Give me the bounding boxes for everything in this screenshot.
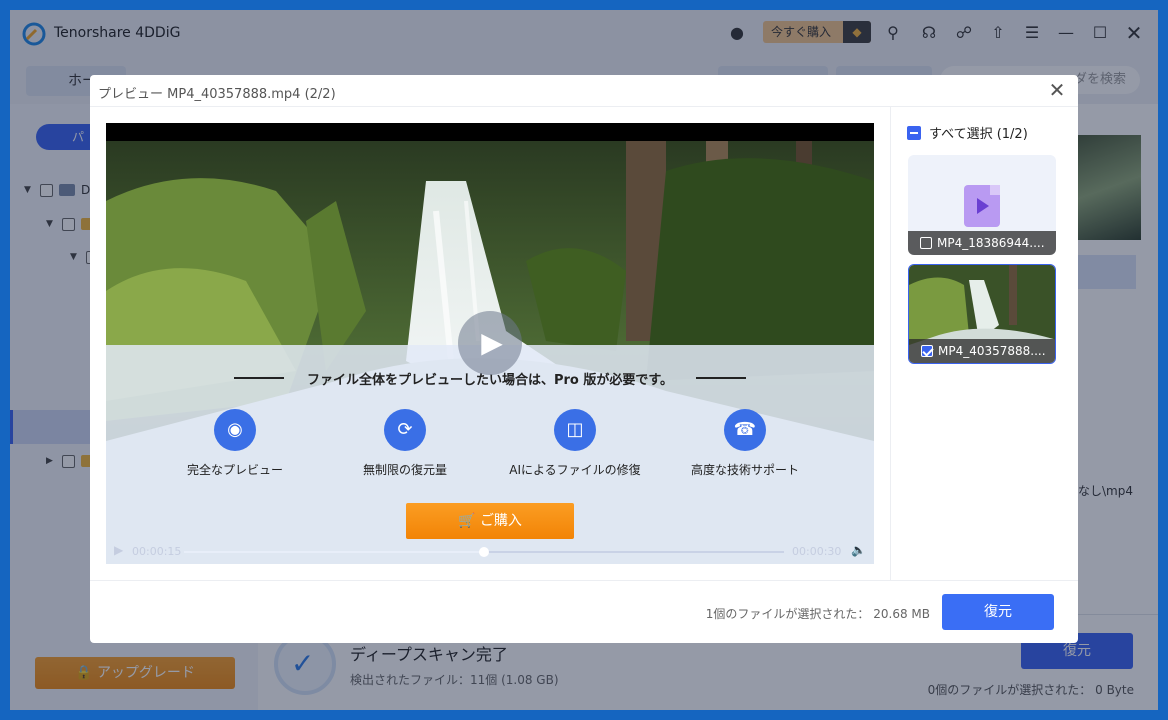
seek-bar[interactable] (184, 547, 784, 557)
total-time: 00:00:30 (792, 545, 842, 558)
app-window: Tenorshare 4DDiG ● 今すぐ購入 ◆ ⚲ ☊ ☍ ⇧ ☰ — ☐… (10, 10, 1158, 710)
current-time: 00:00:15 (132, 545, 182, 558)
file-checkbox[interactable] (920, 237, 932, 249)
seek-handle[interactable] (479, 547, 489, 557)
select-all-label: すべて選択 (1/2) (929, 127, 1028, 142)
close-icon[interactable]: ✕ (1046, 79, 1068, 101)
support-icon: ☎ (724, 409, 766, 451)
dialog-footer: 1個のファイルが選択された： 20.68 MB 復元 (90, 580, 1078, 643)
file-thumbnail-1[interactable]: MP4_18386944.... (908, 155, 1056, 255)
volume-icon[interactable]: 🔈 (851, 543, 866, 557)
purchase-button[interactable]: 🛒 ご購入 (406, 503, 574, 539)
eye-icon: ◉ (214, 409, 256, 451)
play-icon[interactable]: ▶ (458, 311, 522, 375)
feature-unlimited-recovery: ⟳ 無制限の復元量 (320, 409, 490, 478)
thumbnail-label: MP4_40357888.... (909, 339, 1055, 363)
file-checkbox[interactable] (921, 345, 933, 357)
restore-button[interactable]: 復元 (942, 594, 1054, 630)
player-controls: ▶ 00:00:15 00:00:30 🔈 (106, 541, 874, 563)
file-name: MP4_40357888.... (938, 344, 1046, 358)
cart-icon: 🛒 (458, 513, 476, 529)
file-thumbnail-2[interactable]: MP4_40357888.... (908, 264, 1056, 364)
dialog-title: プレビュー MP4_40357888.mp4 (2/2) (98, 87, 336, 102)
thumbnail-label: MP4_18386944.... (908, 231, 1056, 255)
dialog-header: プレビュー MP4_40357888.mp4 (2/2) ✕ (90, 75, 1078, 107)
recover-icon: ⟳ (384, 409, 426, 451)
purchase-label: ご購入 (479, 513, 522, 529)
file-list-panel: すべて選択 (1/2) MP4_18386944.... MP4_4035788… (890, 107, 1078, 580)
select-all-row[interactable]: すべて選択 (1/2) (907, 123, 1028, 142)
repair-icon: ◫ (554, 409, 596, 451)
feature-full-preview: ◉ 完全なプレビュー (150, 409, 320, 478)
feature-tech-support: ☎ 高度な技術サポート (660, 409, 830, 478)
select-all-checkbox[interactable] (907, 125, 921, 140)
file-name: MP4_18386944.... (937, 236, 1045, 250)
feature-label: AIによるファイルの修復 (509, 463, 641, 477)
seek-progress (184, 551, 484, 553)
video-file-icon (964, 185, 1000, 227)
play-small-icon[interactable]: ▶ (114, 543, 123, 557)
feature-ai-repair: ◫ AIによるファイルの修復 (490, 409, 660, 478)
video-player: ファイル全体をプレビューしたい場合は、Pro 版が必要です。 ◉ 完全なプレビュ… (106, 123, 874, 564)
preview-dialog: プレビュー MP4_40357888.mp4 (2/2) ✕ ファイル全体をプレ… (90, 75, 1078, 643)
feature-label: 高度な技術サポート (690, 463, 799, 477)
feature-label: 完全なプレビュー (186, 463, 283, 477)
upsell-panel: ファイル全体をプレビューしたい場合は、Pro 版が必要です。 ◉ 完全なプレビュ… (106, 345, 874, 564)
selected-count: 1個のファイルが選択された： 20.68 MB (705, 607, 930, 621)
feature-label: 無制限の復元量 (362, 463, 447, 477)
